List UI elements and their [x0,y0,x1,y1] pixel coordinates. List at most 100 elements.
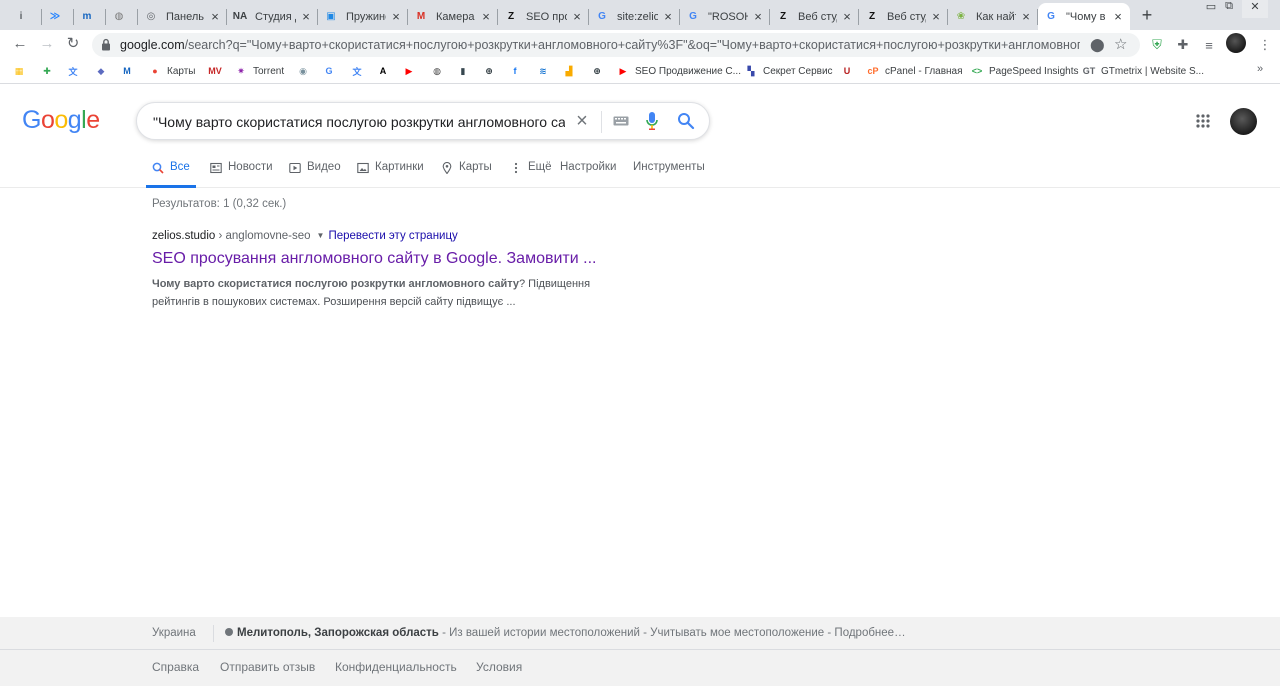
bookmark-item[interactable]: ▶ SEO Продвижение С... [616,63,741,79]
search-input[interactable]: "Чому варто скористатися послугою розкру… [153,114,565,130]
close-tab-icon[interactable]: × [1020,9,1032,24]
google-account-avatar[interactable] [1230,108,1257,135]
puzzle-extension-icon[interactable]: ✚ [1174,36,1192,54]
footer-link-privacy[interactable]: Конфиденциальность [335,660,457,674]
media-queue-icon[interactable]: ≡ [1200,36,1218,54]
bookmark-icon-item[interactable]: A [376,63,390,79]
bookmark-item[interactable]: ✷ Torrent [234,63,284,79]
bookmark-icon-item[interactable]: 文 [66,63,80,79]
minimize-icon[interactable]: ▭ [1204,0,1218,18]
close-tab-icon[interactable]: × [209,9,221,24]
back-arrow-icon[interactable]: ← [10,34,30,54]
reload-icon[interactable]: ↻ [63,34,83,54]
close-tab-icon[interactable]: × [300,9,312,24]
browser-tab[interactable]: ◎ Панель с × [138,3,227,30]
bookmark-icon-item[interactable]: 文 [350,63,364,79]
shield-extension-icon[interactable]: ⛨ [1148,36,1166,54]
browser-tab[interactable]: M Камера з × [408,3,498,30]
bookmark-icon-item[interactable]: ◆ [94,63,108,79]
search-icon [152,162,164,174]
close-tab-icon[interactable]: × [841,9,853,24]
result-breadcrumb: zelios.studio › anglomovne-seo ▼ Перевести… [152,230,458,242]
translate-page-link[interactable]: Перевести эту страницу [328,230,457,242]
bookmark-icon-item[interactable]: ▦ [12,63,26,79]
footer-location-links[interactable]: - Из вашей истории местоположений - Учит… [439,627,906,639]
result-title-link[interactable]: SEO просування англомовного сайту в Goog… [152,250,596,268]
search-icon[interactable] [677,112,695,130]
browser-tab[interactable]: ≫ [42,3,74,30]
bookmark-icon-item[interactable]: ◍ [430,63,444,79]
address-url[interactable]: google.com/search?q="Чому+варто+скориста… [120,38,1080,52]
bookmark-icon-item[interactable]: ⊕ [590,63,604,79]
forward-arrow-icon[interactable]: → [37,34,57,54]
bookmark-icon-item[interactable]: f [508,63,522,79]
keyboard-icon[interactable] [613,116,629,126]
close-tab-icon[interactable]: × [930,9,942,24]
bookmark-item[interactable]: cP cPanel - Главная [866,63,963,79]
browser-tab[interactable]: Z Веб студ × [859,3,948,30]
clear-search-icon[interactable]: × [571,109,593,133]
close-window-icon[interactable]: ✕ [1242,0,1268,18]
gtmetrix-icon: GT [1082,66,1096,76]
google-logo[interactable]: Google [22,106,100,135]
browser-tab[interactable]: ▣ Пружине × [318,3,408,30]
close-tab-icon[interactable]: × [571,9,583,24]
microphone-icon[interactable] [645,111,659,131]
bookmark-icon-item[interactable]: U [840,63,854,79]
browser-tab[interactable]: Gsite:zelio × [589,3,680,30]
bookmark-icon-item[interactable]: ▮ [456,63,470,79]
search-box[interactable]: "Чому варто скористатися послугою розкру… [136,102,710,140]
bookmark-icon-item[interactable]: ✚ [40,63,54,79]
search-tab-active[interactable]: Все [146,161,196,188]
bookmarks-overflow-icon[interactable]: » [1257,63,1263,75]
bookmark-item[interactable]: ▚ Секрет Сервис [744,63,833,79]
close-tab-icon[interactable]: × [752,9,764,24]
search-tab[interactable]: Настройки [560,161,616,188]
close-tab-icon[interactable]: × [390,9,402,24]
footer-link-terms[interactable]: Условия [476,660,522,674]
restore-icon[interactable]: ⧉ [1222,0,1236,18]
bookmark-star-icon[interactable]: ☆ [1114,35,1127,53]
browser-tab[interactable]: Z Веб студ × [770,3,859,30]
bookmark-icon-item[interactable]: ▟ [562,63,576,79]
bookmark-icon-item[interactable]: MV [208,63,222,79]
dice-icon: ◉ [299,65,307,76]
bookmark-item[interactable]: <> PageSpeed Insights [970,63,1079,79]
bookmark-label: cPanel - Главная [885,65,963,77]
close-tab-icon[interactable]: × [662,9,674,24]
search-tab[interactable]: Видео [289,161,341,188]
menu-dots-icon[interactable]: ⋮ [1256,36,1274,54]
browser-tab[interactable]: G "ROSOH × [680,3,770,30]
search-tab[interactable]: Инструменты [633,161,705,188]
google-apps-icon[interactable] [1196,114,1210,128]
bookmark-icon-item[interactable]: M [120,63,134,79]
search-tab[interactable]: Новости [210,161,273,188]
search-tab[interactable]: Карты [441,161,492,188]
location-icon[interactable]: ⬤ [1090,37,1105,53]
browser-tab[interactable]: ❀ Как найт × [948,3,1038,30]
bookmark-icon-item[interactable]: ◉ [296,63,310,79]
browser-tab-active[interactable]: G "Чому в × [1038,3,1130,30]
close-tab-icon[interactable]: × [480,9,492,24]
browser-tab[interactable]: m [74,3,106,30]
result-domain[interactable]: zelios.studio [152,230,215,242]
browser-tab[interactable]: Z SEO про × [498,3,589,30]
footer-link-help[interactable]: Справка [152,660,199,674]
address-bar[interactable]: google.com/search?q="Чому+варто+скориста… [92,33,1140,57]
bookmark-icon-item[interactable]: ▶ [402,63,416,79]
browser-tab[interactable]: ◍ [106,3,138,30]
browser-profile-avatar[interactable] [1226,33,1246,53]
close-tab-icon[interactable]: × [1112,9,1124,24]
browser-tab[interactable]: i [8,3,42,30]
browser-tab[interactable]: NA Студия д × [227,3,318,30]
bookmark-icon-item[interactable]: ⊕ [482,63,496,79]
bookmark-item[interactable]: ● Карты [148,63,195,79]
result-menu-caret-icon[interactable]: ▼ [317,231,325,240]
footer-link-feedback[interactable]: Отправить отзыв [220,660,315,674]
search-tab[interactable]: Ещё [510,161,552,188]
bookmark-item[interactable]: GT GTmetrix | Website S... [1082,63,1204,79]
bookmark-icon-item[interactable]: ≋ [536,63,550,79]
bookmark-icon-item[interactable]: G [322,63,336,79]
new-tab-button[interactable]: + [1137,5,1157,25]
search-tab[interactable]: Картинки [357,161,424,188]
